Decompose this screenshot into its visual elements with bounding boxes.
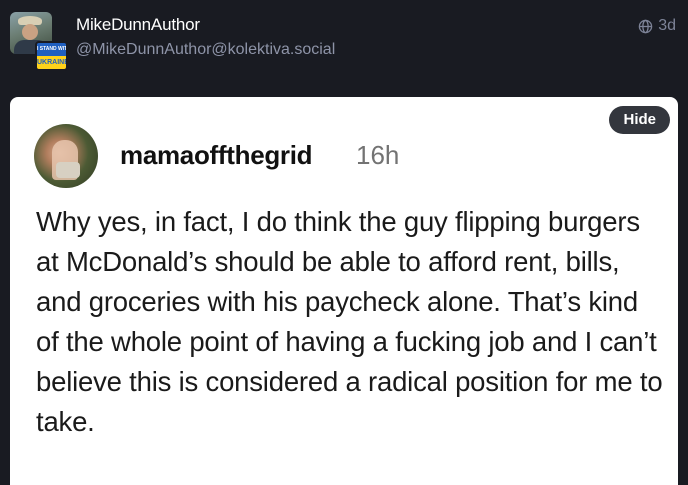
screenshot-post-text: Why yes, in fact, I do think the guy fli… — [36, 206, 663, 437]
screenshot-avatar — [34, 124, 98, 188]
media-attachment[interactable]: Hide mamaoffthegrid 16h Why yes, in fact… — [10, 97, 678, 485]
badge-top-text: I STAND WITH — [37, 43, 66, 56]
screenshot-time: 16h — [356, 140, 400, 170]
author-handle[interactable]: @MikeDunnAuthor@kolektiva.social — [76, 41, 335, 59]
post-timestamp[interactable]: 3d — [638, 17, 676, 35]
time-ago: 3d — [658, 17, 676, 34]
hide-media-button[interactable]: Hide — [609, 106, 670, 134]
status-post: I STAND WITH UKRAINE MikeDunnAuthor @Mik… — [0, 0, 688, 485]
globe-icon — [638, 19, 653, 34]
ukraine-badge: I STAND WITH UKRAINE — [35, 41, 68, 71]
screenshot-avatar-cloth — [56, 162, 80, 178]
author-display-name[interactable]: MikeDunnAuthor — [76, 15, 200, 35]
badge-bottom-text: UKRAINE — [37, 56, 66, 69]
screenshot-username: mamaoffthegrid — [120, 140, 313, 170]
avatar-face — [22, 24, 38, 40]
